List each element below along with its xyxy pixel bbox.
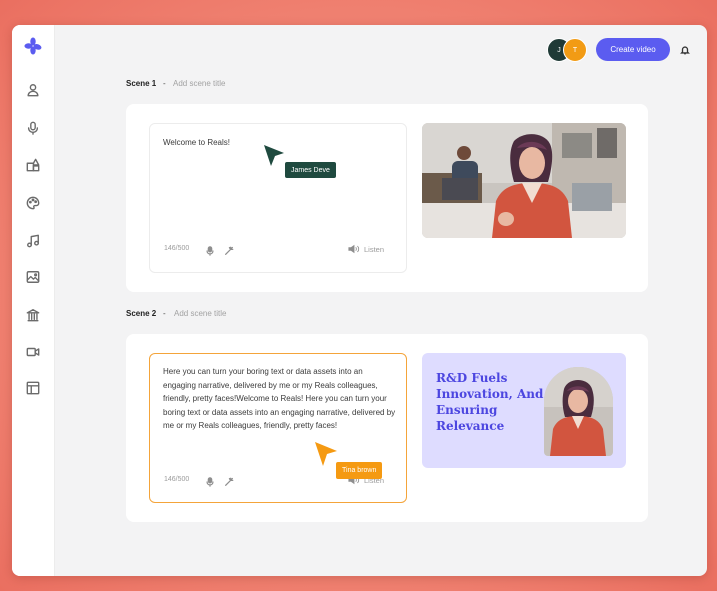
image-icon[interactable] xyxy=(24,268,42,286)
layout-icon[interactable] xyxy=(24,379,42,397)
video-thumbnail-image xyxy=(422,123,626,238)
microphone-icon[interactable] xyxy=(205,474,217,487)
scene-2-slide-preview[interactable]: R&D Fuels Innovation, And Ensuring Relev… xyxy=(422,353,626,468)
slide-avatar-image xyxy=(544,367,613,456)
script-text[interactable]: Here you can turn your boring text or da… xyxy=(163,365,397,433)
script-text[interactable]: Welcome to Reals! xyxy=(163,136,230,150)
music-icon[interactable] xyxy=(24,232,42,250)
listen-label: Listen xyxy=(364,244,385,254)
avatar[interactable]: T xyxy=(563,38,587,62)
char-count: 146/500 xyxy=(164,245,190,252)
scene-2-card: Here you can turn your boring text or da… xyxy=(126,334,648,522)
scene-2-label: Scene 2 xyxy=(126,309,157,318)
shapes-icon[interactable] xyxy=(24,156,42,174)
scene-separator: - xyxy=(163,309,166,318)
app-window: J T Create video Scene 1 - Add scene tit… xyxy=(12,25,707,576)
bank-icon[interactable] xyxy=(24,306,42,324)
scene-2-title-input[interactable]: Add scene title xyxy=(174,309,226,318)
scene-1-avatar-video[interactable] xyxy=(422,123,626,238)
cursor-arrow-icon xyxy=(264,145,284,166)
palette-icon[interactable] xyxy=(24,194,42,212)
user-icon[interactable] xyxy=(24,81,42,99)
scene-1-card: Welcome to Reals! 146/500 Listen James D… xyxy=(126,104,648,292)
microphone-icon[interactable] xyxy=(205,243,217,256)
slide-title: R&D Fuels Innovation, And Ensuring Relev… xyxy=(436,371,544,433)
cursor-arrow-icon xyxy=(315,442,337,466)
magic-wand-icon[interactable] xyxy=(224,243,236,255)
scene-2-script-editor[interactable]: Here you can turn your boring text or da… xyxy=(149,353,407,503)
collaborator-avatars: J T xyxy=(547,38,589,62)
speaker-icon xyxy=(348,244,360,254)
scene-separator: - xyxy=(163,79,166,88)
bell-icon[interactable] xyxy=(680,42,694,56)
microphone-icon[interactable] xyxy=(24,119,42,137)
create-video-button[interactable]: Create video xyxy=(596,38,670,61)
collaborator-cursor-tag: Tina brown xyxy=(336,462,383,479)
char-count: 146/500 xyxy=(164,476,190,483)
scene-1-label: Scene 1 xyxy=(126,79,157,88)
sidebar xyxy=(12,25,55,576)
collaborator-cursor-tag: James Deve xyxy=(285,162,336,178)
scene-1-title-input[interactable]: Add scene title xyxy=(173,79,225,88)
magic-wand-icon[interactable] xyxy=(224,474,236,486)
listen-button[interactable]: Listen xyxy=(348,244,384,254)
reals-logo-icon[interactable] xyxy=(24,37,42,55)
video-icon[interactable] xyxy=(24,343,42,361)
